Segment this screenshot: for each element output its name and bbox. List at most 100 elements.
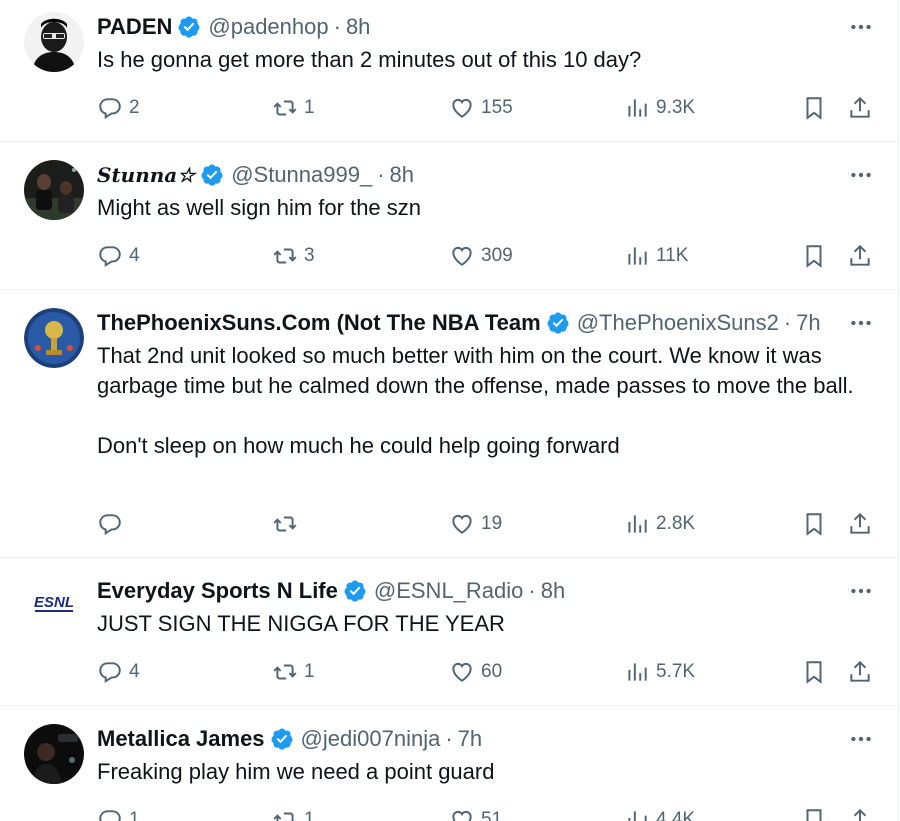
share-button[interactable] [847, 657, 873, 687]
display-name[interactable]: ThePhoenixSuns.Com (Not The NBA Team [97, 310, 541, 336]
like-count: 19 [481, 513, 503, 534]
avatar[interactable]: ESNL [24, 576, 84, 636]
share-button[interactable] [847, 805, 873, 821]
tweet[interactable]: ThePhoenixSuns.Com (Not The NBA Team @Th… [0, 290, 898, 558]
retweet-button[interactable]: 1 [272, 657, 315, 687]
separator-dot: · [783, 310, 792, 335]
share-button[interactable] [847, 241, 873, 271]
display-name[interactable]: PADEN [97, 14, 172, 40]
views-button[interactable]: 2.8K [624, 509, 695, 539]
more-options-icon[interactable] [848, 162, 874, 188]
views-button[interactable]: 4.4K [624, 805, 695, 821]
views-button[interactable]: 11K [624, 241, 688, 271]
separator-dot: · [333, 14, 341, 39]
timestamp[interactable]: 8h [390, 162, 414, 188]
retweet-count: 1 [304, 661, 315, 682]
tweet-header: ThePhoenixSuns.Com (Not The NBA Team @Th… [97, 308, 840, 338]
display-name[interactable]: Everyday Sports N Life [97, 578, 338, 604]
verified-badge-icon [344, 580, 366, 602]
share-icon [850, 660, 870, 682]
tweet-header: Stunna☆ @Stunna999_ · 8h [97, 160, 840, 190]
retweet-button[interactable] [272, 509, 304, 539]
like-button[interactable]: 19 [449, 509, 502, 539]
avatar[interactable] [24, 160, 84, 220]
retweet-icon [273, 516, 297, 532]
bookmark-button[interactable] [801, 93, 827, 123]
timestamp[interactable]: 7h [796, 310, 820, 336]
timestamp[interactable]: 8h [541, 578, 565, 604]
user-handle[interactable]: @Stunna999_ [231, 162, 372, 188]
tweet-header: Metallica James @jedi007ninja · 7h [97, 724, 840, 754]
reply-button[interactable]: 4 [97, 657, 140, 687]
views-button[interactable]: 5.7K [624, 657, 695, 687]
bookmark-button[interactable] [801, 805, 827, 821]
reply-count: 4 [129, 661, 140, 682]
bookmark-icon [806, 513, 822, 536]
retweet-icon [273, 248, 297, 264]
like-button[interactable]: 155 [449, 93, 513, 123]
share-button[interactable] [847, 93, 873, 123]
reply-button[interactable]: 4 [97, 241, 140, 271]
views-chart-icon [628, 515, 647, 533]
bookmark-icon [806, 97, 822, 120]
views-count: 2.8K [656, 513, 696, 534]
timestamp[interactable]: 7h [458, 726, 482, 752]
user-handle[interactable]: @ThePhoenixSuns2 [577, 310, 779, 336]
like-button[interactable]: 51 [449, 805, 502, 821]
reply-button[interactable] [97, 509, 129, 539]
reply-button[interactable]: 1 [97, 805, 140, 821]
tweet[interactable]: Metallica James @jedi007ninja · 7h Freak… [0, 706, 898, 821]
share-icon [850, 96, 870, 118]
avatar[interactable] [24, 724, 84, 784]
reply-button[interactable]: 2 [97, 93, 140, 123]
avatar[interactable] [24, 12, 84, 72]
tweet-header: Everyday Sports N Life @ESNL_Radio · 8h [97, 576, 840, 606]
bookmark-icon [806, 661, 822, 684]
retweet-button[interactable]: 3 [272, 241, 315, 271]
tweet[interactable]: Stunna☆ @Stunna999_ · 8h Might as well s… [0, 142, 898, 290]
verified-badge-icon [271, 728, 293, 750]
tweet-text: Might as well sign him for the szn [97, 195, 422, 220]
more-options-icon[interactable] [848, 726, 874, 752]
views-chart-icon [628, 99, 647, 117]
views-chart-icon [628, 663, 647, 681]
heart-icon [452, 662, 472, 682]
tweet[interactable]: PADEN @padenhop · 8h Is he gonna get mor… [0, 0, 898, 142]
separator-dot: · [445, 726, 453, 751]
views-count: 11K [656, 245, 689, 266]
more-options-icon[interactable] [848, 14, 874, 40]
tweet-text: JUST SIGN THE NIGGA FOR THE YEAR [97, 611, 505, 636]
action-bar: 4 3 309 11K [97, 241, 877, 271]
retweet-button[interactable]: 1 [272, 93, 315, 123]
retweet-count: 3 [304, 245, 315, 266]
retweet-button[interactable]: 1 [272, 805, 315, 821]
bookmark-icon [806, 245, 822, 268]
views-count: 4.4K [656, 809, 696, 821]
retweet-icon [273, 812, 296, 821]
like-count: 51 [481, 809, 503, 821]
action-bar: 4 1 60 5.7K [97, 657, 877, 687]
heart-icon [452, 98, 472, 118]
views-button[interactable]: 9.3K [624, 93, 695, 123]
bookmark-button[interactable] [801, 657, 827, 687]
share-icon [853, 808, 867, 821]
timestamp[interactable]: 8h [346, 14, 370, 40]
more-options-icon[interactable] [848, 578, 874, 604]
more-options-icon[interactable] [848, 310, 874, 336]
reply-count: 2 [129, 97, 140, 118]
share-button[interactable] [847, 509, 873, 539]
user-handle[interactable]: @padenhop [208, 14, 328, 40]
avatar[interactable] [24, 308, 84, 368]
bookmark-button[interactable] [801, 509, 827, 539]
separator-dot: · [377, 162, 385, 187]
user-handle[interactable]: @jedi007ninja [301, 726, 441, 752]
esnl-logo-text: ESNL [34, 594, 74, 611]
user-handle[interactable]: @ESNL_Radio [374, 578, 524, 604]
like-button[interactable]: 60 [449, 657, 502, 687]
display-name[interactable]: Metallica James [97, 726, 265, 752]
display-name[interactable]: Stunna☆ [97, 163, 195, 187]
like-button[interactable]: 309 [449, 241, 513, 271]
action-bar: 2 1 155 9.3K [97, 93, 877, 123]
bookmark-button[interactable] [801, 241, 827, 271]
tweet[interactable]: ESNL Everyday Sports N Life @ESNL_Radio … [0, 558, 898, 706]
